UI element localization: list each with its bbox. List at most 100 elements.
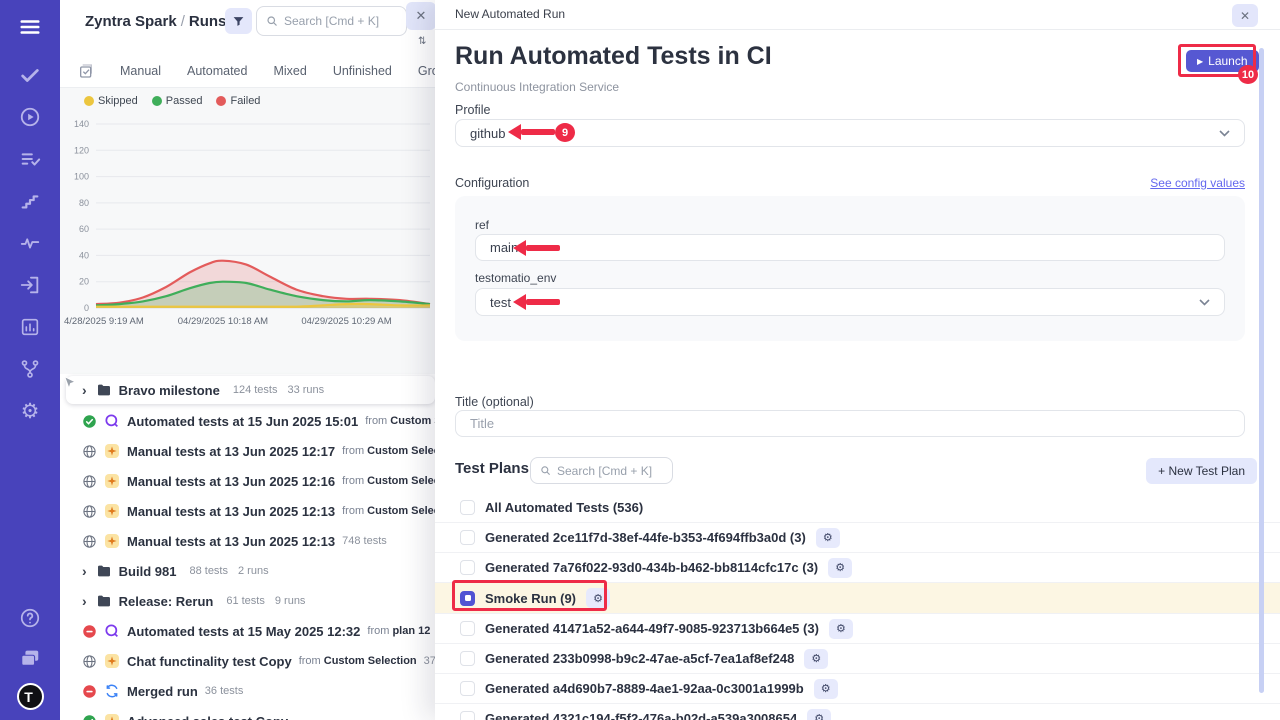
app-logo[interactable]: T — [17, 683, 44, 710]
test-plan-label: Generated 2ce11f7d-38ef-44fe-b353-4f694f… — [485, 530, 806, 545]
profile-select[interactable]: github — [455, 119, 1245, 147]
test-plan-settings-button[interactable]: ⚙ — [807, 709, 831, 720]
test-plan-checkbox[interactable] — [460, 711, 475, 720]
test-plan-checkbox[interactable] — [460, 591, 475, 606]
sidebar-item-play-circle-icon[interactable] — [17, 104, 43, 130]
sidebar-bottom — [17, 605, 43, 671]
sidebar-item-check-icon[interactable] — [17, 62, 43, 88]
runs-search-input[interactable] — [284, 14, 397, 28]
config-field-label: ref — [475, 218, 489, 232]
passed-status-icon — [82, 414, 97, 429]
test-plans-search-input[interactable] — [557, 464, 663, 478]
sort-icon[interactable]: ⇅ — [418, 36, 426, 47]
see-config-values-link[interactable]: See config values — [1150, 176, 1245, 190]
legend-dot — [216, 96, 226, 106]
launch-button[interactable]: ▶ Launch — [1186, 50, 1259, 72]
test-plan-row[interactable]: Generated 41471a52-a644-49f7-9085-923713… — [435, 614, 1280, 644]
chevron-down-icon — [1199, 299, 1210, 306]
test-plan-settings-button[interactable]: ⚙ — [816, 528, 840, 548]
runs-search — [256, 6, 407, 36]
config-ref-input[interactable] — [490, 240, 1210, 255]
tab-unfinished[interactable]: Unfinished — [333, 64, 392, 78]
folder-counts: 124 tests33 runs — [233, 384, 324, 396]
run-title[interactable]: Advanced sales test Copy — [127, 714, 288, 720]
sidebar-item-import-icon[interactable] — [17, 272, 43, 298]
sidebar-nav: ⚙ — [17, 62, 43, 424]
test-plan-checkbox[interactable] — [460, 500, 475, 515]
sidebar-item-help-icon[interactable] — [17, 605, 43, 631]
title-input[interactable] — [470, 416, 1230, 431]
svg-text:120: 120 — [74, 145, 89, 155]
run-row[interactable]: Advanced sales test Copy — [60, 706, 435, 720]
run-row[interactable]: Manual tests at 13 Jun 2025 12:13from Cu… — [60, 496, 435, 526]
test-plans-list: All Automated Tests (536) Generated 2ce1… — [435, 493, 1280, 720]
run-title[interactable]: Automated tests at 15 Jun 2025 15:01 — [127, 414, 358, 429]
drawer-scrollbar[interactable] — [1259, 48, 1264, 693]
config-ref-field — [475, 234, 1225, 261]
sidebar-item-gear-icon-large[interactable]: ⚙ — [17, 398, 43, 424]
sidebar-item-steps-icon[interactable] — [17, 188, 43, 214]
run-title[interactable]: Merged run — [127, 684, 198, 699]
run-row[interactable]: Manual tests at 13 Jun 2025 12:13748 tes… — [60, 526, 435, 556]
tab-automated[interactable]: Automated — [187, 64, 247, 78]
run-source: from Custom Selection — [342, 475, 435, 487]
chevron-right-icon: › — [82, 563, 89, 579]
run-title[interactable]: Manual tests at 13 Jun 2025 12:13 — [127, 534, 335, 549]
breadcrumb-project[interactable]: Zyntra Spark — [85, 13, 177, 30]
chevron-down-icon — [1219, 130, 1230, 137]
test-plan-row[interactable]: Generated a4d690b7-8889-4ae1-92aa-0c3001… — [435, 674, 1280, 704]
run-test-count: 37 tests — [424, 655, 435, 667]
run-source: from Custom Selection — [342, 445, 435, 457]
new-automated-run-drawer: New Automated Run ✕ Run Automated Tests … — [435, 0, 1280, 720]
test-plan-label: Generated 233b0998-b9c2-47ae-a5cf-7ea1af… — [485, 651, 794, 666]
test-plan-settings-button[interactable]: ⚙ — [814, 679, 838, 699]
sidebar-item-chart-box-icon[interactable] — [17, 314, 43, 340]
tab-manual[interactable]: Manual — [120, 64, 161, 78]
run-row[interactable]: Manual tests at 13 Jun 2025 12:17 from Cu… — [60, 436, 435, 466]
test-plan-label: Generated 4321c194-f5f2-476a-b02d-a539a3… — [485, 711, 797, 720]
test-plan-checkbox[interactable] — [460, 621, 475, 636]
run-row[interactable]: Merged run36 tests — [60, 676, 435, 706]
hamburger-menu-icon[interactable] — [17, 14, 43, 40]
filter-button[interactable] — [225, 8, 252, 34]
sidebar-item-folders-icon[interactable] — [17, 645, 43, 671]
test-plan-row[interactable]: Smoke Run (9) ⚙ — [435, 583, 1280, 614]
run-folder-row[interactable]: › Bravo milestone 124 tests33 runs — [66, 376, 435, 404]
run-title[interactable]: Manual tests at 13 Jun 2025 12:13 — [127, 504, 335, 519]
run-title[interactable]: Manual tests at 13 Jun 2025 12:16 — [127, 474, 335, 489]
runs-panel-close-button[interactable]: ✕ — [406, 2, 436, 30]
test-plan-checkbox[interactable] — [460, 530, 475, 545]
run-title[interactable]: Automated tests at 15 May 2025 12:32 — [127, 624, 360, 639]
test-plan-settings-button[interactable]: ⚙ — [828, 558, 852, 578]
run-folder-row[interactable]: › Release: Rerun 61 tests9 runs — [60, 586, 435, 616]
sidebar-item-list-check-icon[interactable] — [17, 146, 43, 172]
test-plan-settings-button[interactable]: ⚙ — [804, 649, 828, 669]
run-folder-row[interactable]: › Build 981 88 tests2 runs — [60, 556, 435, 586]
run-row[interactable]: Chat functinality test Copyfrom Custom S… — [60, 646, 435, 676]
run-row[interactable]: Automated tests at 15 Jun 2025 15:01from… — [60, 406, 435, 436]
test-plan-row[interactable]: Generated 7a76f022-93d0-434b-b462-bb8114… — [435, 553, 1280, 583]
test-plan-checkbox[interactable] — [460, 681, 475, 696]
sidebar-item-branch-icon[interactable] — [17, 356, 43, 382]
test-plan-checkbox[interactable] — [460, 651, 475, 666]
drawer-close-button[interactable]: ✕ — [1232, 4, 1258, 27]
run-title[interactable]: Manual tests at 13 Jun 2025 12:17 — [127, 444, 335, 459]
sidebar-item-pulse-icon[interactable] — [17, 230, 43, 256]
run-row[interactable]: Manual tests at 13 Jun 2025 12:16 from Cu… — [60, 466, 435, 496]
test-plan-settings-button[interactable]: ⚙ — [829, 619, 853, 639]
page-title: Run Automated Tests in CI — [455, 42, 772, 71]
test-plan-row[interactable]: Generated 4321c194-f5f2-476a-b02d-a539a3… — [435, 704, 1280, 720]
funnel-icon — [232, 15, 245, 28]
test-plan-checkbox[interactable] — [460, 560, 475, 575]
config-testomatio_env-select[interactable]: test — [475, 288, 1225, 316]
test-plan-row[interactable]: Generated 2ce11f7d-38ef-44fe-b353-4f694f… — [435, 523, 1280, 553]
tab-mixed[interactable]: Mixed — [273, 64, 306, 78]
chevron-right-icon: › — [82, 382, 89, 398]
run-title[interactable]: Chat functinality test Copy — [127, 654, 292, 669]
select-runs-icon[interactable] — [78, 63, 94, 79]
new-test-plan-button[interactable]: + New Test Plan — [1146, 458, 1257, 484]
test-plan-settings-button[interactable]: ⚙ — [586, 588, 610, 608]
test-plan-row[interactable]: Generated 233b0998-b9c2-47ae-a5cf-7ea1af… — [435, 644, 1280, 674]
test-plan-row[interactable]: All Automated Tests (536) — [435, 493, 1280, 523]
run-row[interactable]: Automated tests at 15 May 2025 12:32from… — [60, 616, 435, 646]
